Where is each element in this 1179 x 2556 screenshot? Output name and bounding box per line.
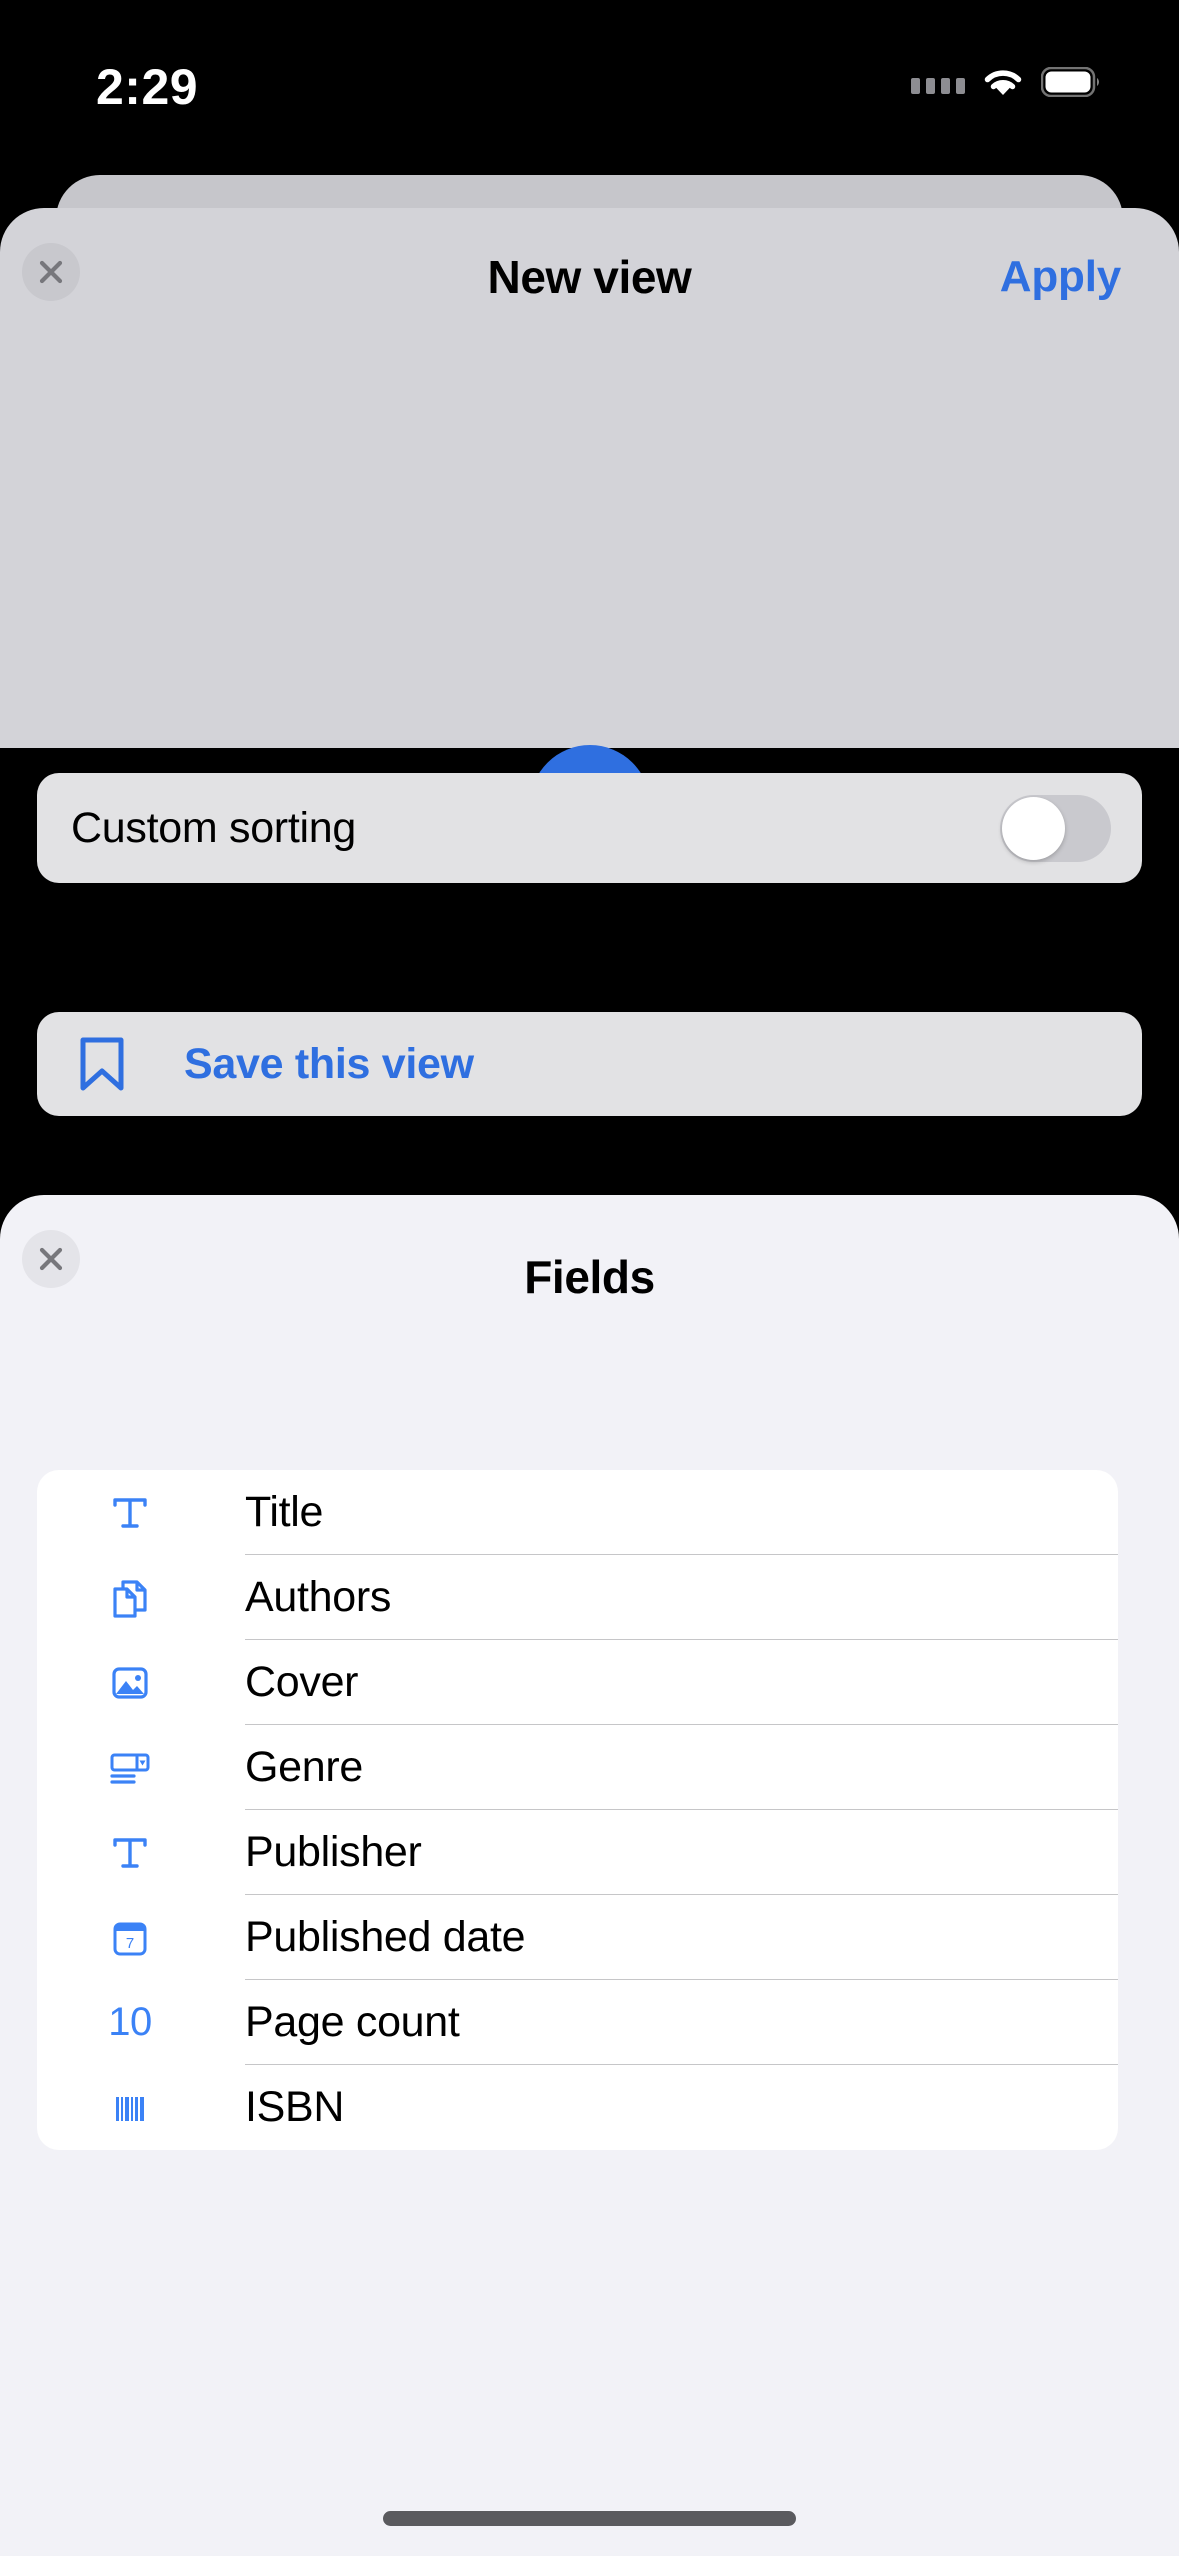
list-item[interactable]: 10 Page count <box>37 1980 1118 2065</box>
custom-sorting-label: Custom sorting <box>71 803 356 852</box>
list-item-label: Published date <box>245 1913 526 1961</box>
list-item-label: Publisher <box>245 1828 422 1876</box>
list-item-label: Page count <box>245 1998 460 2046</box>
home-indicator[interactable] <box>383 2511 796 2526</box>
documents-icon <box>100 1568 160 1628</box>
fields-list: Title Authors Cover Genre Publisher 7 Pu… <box>37 1470 1118 2150</box>
list-item-label: Authors <box>245 1573 392 1621</box>
custom-sorting-row[interactable]: Custom sorting <box>37 773 1142 883</box>
list-item[interactable]: 7 Published date <box>37 1895 1118 1980</box>
status-icons <box>911 60 1101 104</box>
fields-title: Fields <box>524 1251 655 1303</box>
number-icon: 10 <box>100 1993 160 2053</box>
list-item[interactable]: Publisher <box>37 1810 1118 1895</box>
barcode-icon <box>100 2078 160 2138</box>
iphone-screen: 2:29 New view Apply Custom sorting Save … <box>0 0 1179 2556</box>
calendar-icon: 7 <box>100 1908 160 1968</box>
save-this-view-button[interactable]: Save this view <box>37 1012 1142 1116</box>
list-item-label: Title <box>245 1488 324 1536</box>
list-item[interactable]: Cover <box>37 1640 1118 1725</box>
number-icon-text: 10 <box>108 2000 152 2044</box>
status-time: 2:29 <box>96 59 199 115</box>
toggle-knob <box>1002 796 1065 860</box>
list-item[interactable]: Title <box>37 1470 1118 1555</box>
text-icon <box>100 1823 160 1883</box>
status-bar: 2:29 <box>0 0 1179 150</box>
list-item-label: Genre <box>245 1743 364 1791</box>
text-icon <box>100 1483 160 1543</box>
fields-sheet: Fields Title Authors Cover Genre Publish… <box>0 1195 1179 2556</box>
save-this-view-label: Save this view <box>184 1039 474 1088</box>
apply-button[interactable]: Apply <box>1000 252 1121 302</box>
bookmark-icon <box>80 1037 124 1091</box>
list-item-label: ISBN <box>245 2083 345 2131</box>
battery-icon <box>1041 67 1099 97</box>
list-item[interactable]: Genre <box>37 1725 1118 1810</box>
list-item[interactable]: ISBN <box>37 2065 1118 2150</box>
new-view-header: New view Apply <box>0 208 1179 358</box>
list-item[interactable]: Authors <box>37 1555 1118 1640</box>
custom-sorting-toggle[interactable] <box>1000 794 1111 862</box>
list-item-label: Cover <box>245 1658 359 1706</box>
new-view-sheet: New view Apply <box>0 208 1179 865</box>
wifi-icon <box>984 70 1022 95</box>
image-icon <box>100 1653 160 1713</box>
calendar-day-text: 7 <box>126 1935 134 1952</box>
cellular-dots-icon <box>911 56 965 108</box>
select-dropdown-icon <box>100 1738 160 1798</box>
